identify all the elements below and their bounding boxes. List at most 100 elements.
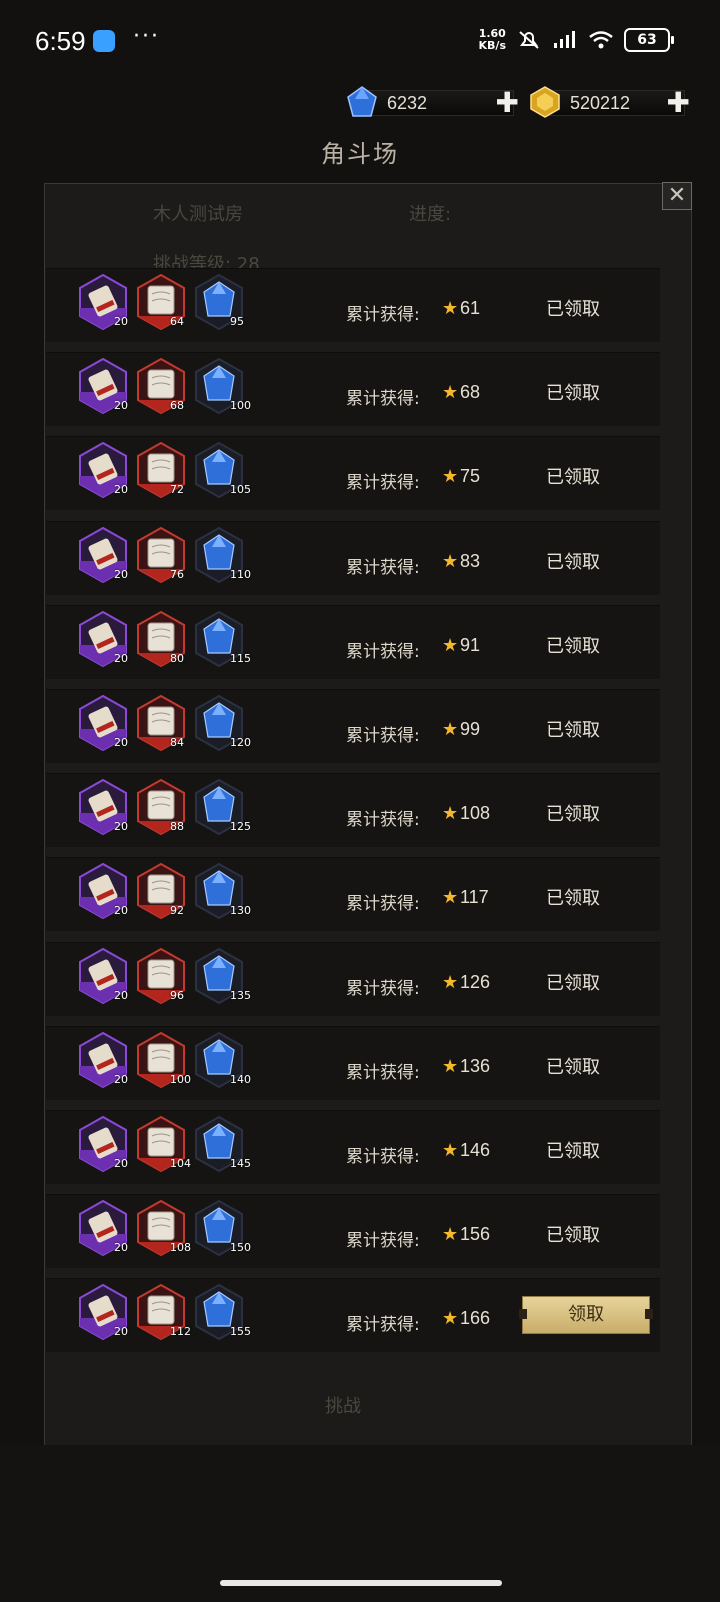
accumulated-stars: 126 bbox=[460, 971, 491, 992]
status-bar: 6:59 ··· 1.60 KB/s 63 bbox=[0, 0, 720, 80]
claimed-status: 已领取 bbox=[546, 383, 600, 405]
accumulated-stars: 75 bbox=[460, 466, 481, 487]
gem-item-count: 155 bbox=[230, 1325, 251, 1339]
reward-row: 20 108 150 累计获得: ★ 156 已领取 bbox=[46, 1194, 660, 1269]
gem-item-count: 150 bbox=[230, 1241, 251, 1255]
scroll-item-count: 20 bbox=[114, 820, 128, 834]
star-icon: ★ bbox=[442, 298, 459, 319]
battery-icon: 63 bbox=[624, 28, 674, 52]
page-title: 角斗场 bbox=[321, 140, 399, 168]
accumulated-label: 累计获得: bbox=[346, 1146, 420, 1167]
gem-item-count: 130 bbox=[230, 904, 251, 918]
accumulated-stars: 117 bbox=[460, 887, 489, 908]
accumulated-stars: 99 bbox=[460, 718, 481, 739]
status-time: 6:59 bbox=[35, 26, 86, 56]
star-icon: ★ bbox=[442, 1308, 459, 1330]
star-icon: ★ bbox=[442, 971, 459, 993]
accumulated-stars: 83 bbox=[460, 550, 481, 571]
parchment-item-count: 112 bbox=[170, 1325, 191, 1339]
accumulated-label: 累计获得: bbox=[346, 305, 420, 325]
parchment-item-count: 92 bbox=[170, 904, 184, 918]
gem-item-count: 145 bbox=[230, 1156, 251, 1170]
star-icon: ★ bbox=[442, 887, 459, 909]
add-gold-button[interactable]: ✚ bbox=[667, 89, 690, 117]
gem-item-count: 110 bbox=[230, 567, 251, 581]
gem-item-count: 95 bbox=[230, 315, 244, 328]
wifi-icon bbox=[589, 31, 613, 49]
parchment-item-count: 84 bbox=[170, 735, 184, 749]
reward-row: 20 104 145 累计获得: ★ 146 已领取 bbox=[46, 1109, 660, 1184]
claimed-status: 已领取 bbox=[546, 1225, 600, 1247]
star-icon: ★ bbox=[442, 634, 459, 656]
accumulated-label: 累计获得: bbox=[346, 557, 420, 578]
add-gems-button[interactable]: ✚ bbox=[496, 89, 519, 117]
accumulated-stars: 136 bbox=[460, 1055, 491, 1076]
gem-item-count: 125 bbox=[230, 820, 251, 834]
accumulated-label: 累计获得: bbox=[346, 1231, 420, 1252]
gem-currency: 6232 ✚ bbox=[347, 86, 519, 118]
blue-gem-icon bbox=[347, 86, 377, 117]
scroll-item-count: 20 bbox=[114, 988, 128, 1002]
reward-row: 20 88 125 累计获得: ★ 108 已领取 bbox=[46, 773, 660, 848]
accumulated-label: 累计获得: bbox=[346, 641, 420, 662]
accumulated-stars: 166 bbox=[460, 1308, 491, 1329]
parchment-item-count: 100 bbox=[170, 1072, 191, 1086]
star-icon: ★ bbox=[442, 466, 459, 488]
gem-item-count: 140 bbox=[230, 1072, 251, 1086]
claimed-status: 已领取 bbox=[546, 299, 600, 320]
scroll-item-count: 20 bbox=[114, 1156, 128, 1170]
scroll-item-count: 20 bbox=[114, 567, 128, 581]
claimed-status: 已领取 bbox=[546, 467, 600, 489]
reward-row: 20 84 120 累计获得: ★ 99 已领取 bbox=[46, 688, 660, 763]
accumulated-stars: 156 bbox=[460, 1224, 491, 1245]
parchment-item-count: 68 bbox=[170, 399, 184, 413]
home-indicator[interactable] bbox=[220, 1580, 502, 1586]
accumulated-label: 累计获得: bbox=[346, 810, 420, 831]
star-icon: ★ bbox=[442, 1224, 459, 1246]
gem-item-count: 105 bbox=[230, 483, 251, 497]
accumulated-label: 累计获得: bbox=[346, 978, 420, 999]
accumulated-stars: 91 bbox=[460, 634, 481, 655]
scroll-item-count: 20 bbox=[114, 651, 128, 665]
star-icon: ★ bbox=[442, 718, 459, 740]
claim-button[interactable]: 领取 bbox=[519, 1296, 653, 1335]
reward-list: 20 64 95 累计获得: ★ 61 已领取 20 68 100 累计获得: … bbox=[46, 268, 660, 1362]
claimed-status: 已领取 bbox=[546, 635, 600, 657]
accumulated-label: 累计获得: bbox=[346, 725, 420, 746]
scroll-item-count: 20 bbox=[114, 1072, 128, 1086]
app-notification-icon bbox=[93, 30, 115, 52]
parchment-item-count: 104 bbox=[170, 1156, 191, 1170]
accumulated-label: 累计获得: bbox=[346, 1062, 420, 1083]
claimed-status: 已领取 bbox=[546, 888, 600, 910]
parchment-item-count: 96 bbox=[170, 988, 184, 1002]
mute-alarm-icon bbox=[519, 31, 539, 49]
star-icon: ★ bbox=[442, 1055, 459, 1077]
reward-row: 20 72 105 累计获得: ★ 75 已领取 bbox=[46, 436, 660, 511]
reward-row: 20 96 135 累计获得: ★ 126 已领取 bbox=[46, 941, 660, 1016]
parchment-item-count: 72 bbox=[170, 483, 184, 497]
scroll-item-count: 20 bbox=[114, 1241, 128, 1255]
reward-row: 20 64 95 累计获得: ★ 61 已领取 bbox=[46, 268, 660, 342]
reward-row: 20 112 155 累计获得: ★ 166 领取 bbox=[46, 1278, 660, 1353]
more-notifications-icon: ··· bbox=[133, 24, 160, 49]
scroll-item-count: 20 bbox=[114, 399, 128, 413]
accumulated-stars: 61 bbox=[460, 298, 481, 318]
reward-row: 20 76 110 累计获得: ★ 83 已领取 bbox=[46, 520, 660, 595]
scroll-item-count: 20 bbox=[114, 904, 128, 918]
gem-item-count: 120 bbox=[230, 735, 251, 749]
reward-row: 20 68 100 累计获得: ★ 68 已领取 bbox=[46, 352, 660, 427]
accumulated-label: 累计获得: bbox=[346, 473, 420, 494]
network-speed: 1.60 KB/s bbox=[478, 27, 506, 52]
bg-progress-label: 进度: bbox=[409, 204, 452, 225]
gem-amount: 6232 bbox=[387, 93, 428, 113]
accumulated-stars: 146 bbox=[460, 1139, 491, 1160]
scroll-item-count: 20 bbox=[114, 735, 128, 749]
accumulated-stars: 68 bbox=[460, 382, 481, 403]
close-button[interactable]: ✕ bbox=[662, 182, 692, 210]
parchment-item-count: 64 bbox=[170, 315, 184, 328]
star-icon: ★ bbox=[442, 1139, 459, 1161]
gold-amount: 520212 bbox=[570, 93, 631, 113]
reward-row: 20 92 130 累计获得: ★ 117 已领取 bbox=[46, 857, 660, 932]
claimed-status: 已领取 bbox=[546, 972, 600, 994]
gold-currency: 520212 ✚ bbox=[530, 86, 690, 118]
